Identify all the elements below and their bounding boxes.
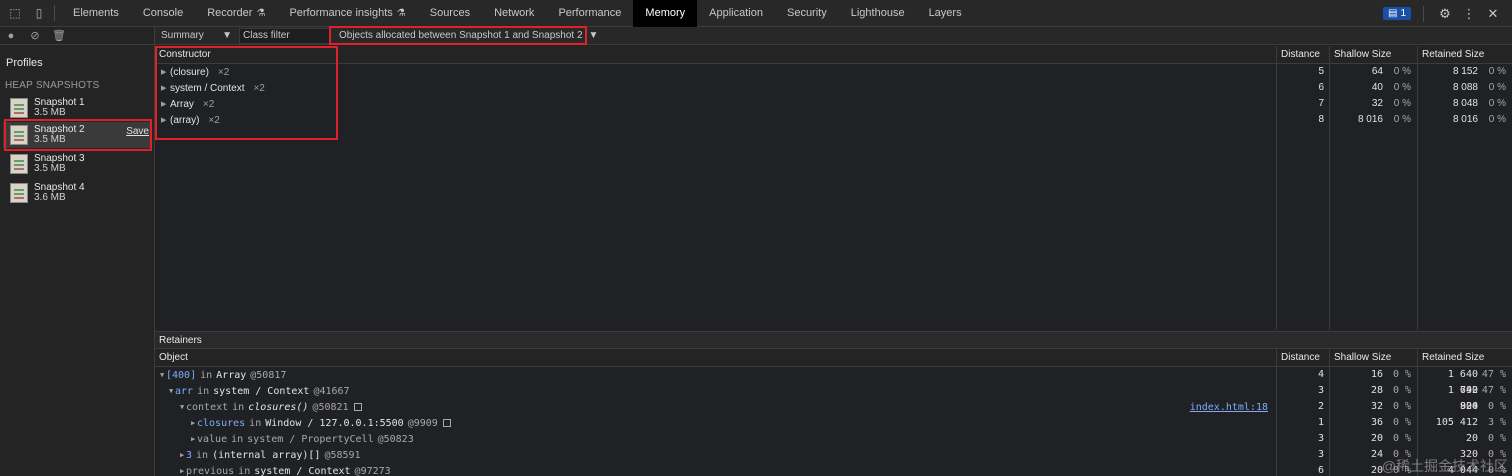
record-icon[interactable]: ● bbox=[4, 30, 18, 42]
tabbar-right-controls: ▤ 1 ⚙ ⋮ ✕ bbox=[1382, 0, 1512, 27]
perspective-select[interactable]: Summary ▼ bbox=[161, 30, 236, 41]
snapshot-item-3[interactable]: Snapshot 3 3.5 MB bbox=[3, 151, 151, 177]
tab-recorder[interactable]: Recorder ⚗ bbox=[195, 0, 277, 27]
expand-triangle-icon[interactable]: ▶ bbox=[161, 68, 167, 76]
snapshot-item-2[interactable]: Snapshot 2 3.5 MB Save bbox=[3, 122, 151, 148]
class-filter-input[interactable] bbox=[239, 27, 331, 44]
summary-grid: Constructor Distance Shallow Size Retain… bbox=[155, 46, 1512, 330]
tab-security[interactable]: Security bbox=[775, 0, 839, 27]
flask-icon: ⚗ bbox=[396, 7, 406, 19]
snapshot-range-select[interactable]: Objects allocated between Snapshot 1 and… bbox=[339, 30, 598, 41]
snapshot-size: 3.5 MB bbox=[34, 134, 66, 145]
snapshot-size: 3.6 MB bbox=[34, 192, 66, 203]
snapshot-icon bbox=[10, 154, 28, 174]
retainers-panel: Retainers Object Distance Shallow Size R… bbox=[155, 331, 1512, 476]
trash-icon[interactable]: 🗑 bbox=[52, 29, 66, 42]
tab-memory[interactable]: Memory bbox=[633, 0, 698, 27]
profiles-title: Profiles bbox=[6, 57, 43, 69]
tab-layers[interactable]: Layers bbox=[917, 0, 974, 27]
devtools-tabbar: ⬚ ▯ Elements Console Recorder ⚗ Performan… bbox=[0, 0, 1512, 27]
column-constructor[interactable]: Constructor bbox=[155, 46, 1277, 63]
column-shallow-size[interactable]: Shallow Size bbox=[1330, 46, 1418, 63]
snapshot-size: 3.5 MB bbox=[34, 163, 66, 174]
snapshot-item-4[interactable]: Snapshot 4 3.6 MB bbox=[3, 180, 151, 206]
divider bbox=[54, 5, 55, 21]
retainer-row[interactable]: ▶ closures in Window / 127.0.0.1:5500 @9909 … bbox=[155, 415, 1512, 431]
retainer-row[interactable]: ▶ previous in system / Context @97273 6 20 0 … bbox=[155, 463, 1512, 476]
tab-sources[interactable]: Sources bbox=[418, 0, 482, 27]
more-options-icon[interactable]: ⋮ bbox=[1460, 6, 1478, 22]
expand-triangle-icon[interactable]: ▶ bbox=[161, 116, 167, 124]
snapshot-icon bbox=[10, 98, 28, 118]
source-link[interactable]: index.html:18 bbox=[1190, 402, 1268, 413]
column-distance[interactable]: Distance bbox=[1277, 349, 1330, 366]
tab-console[interactable]: Console bbox=[131, 0, 195, 27]
tab-performance[interactable]: Performance bbox=[546, 0, 633, 27]
tab-performance-insights[interactable]: Performance insights ⚗ bbox=[277, 0, 417, 27]
grid-column-lines bbox=[155, 128, 1418, 330]
retainer-row[interactable]: ▶ 3 in (internal array)[] @58591 3 24 0 % 320… bbox=[155, 447, 1512, 463]
column-distance[interactable]: Distance bbox=[1277, 46, 1330, 63]
snapshot-size: 3.5 MB bbox=[34, 107, 66, 118]
memory-toolbar: Summary▼ Objects allocated between Snaps… bbox=[155, 27, 1512, 45]
tab-application[interactable]: Application bbox=[697, 0, 775, 27]
profiles-toolbar: ● ⊘ 🗑 bbox=[0, 27, 154, 45]
tab-lighthouse[interactable]: Lighthouse bbox=[839, 0, 917, 27]
snapshot-icon bbox=[10, 125, 28, 145]
tab-network[interactable]: Network bbox=[482, 0, 546, 27]
divider bbox=[1423, 5, 1424, 22]
expand-triangle-icon[interactable]: ▶ bbox=[161, 100, 167, 108]
dropdown-arrow-icon: ▼ bbox=[222, 30, 232, 41]
reveal-box-icon[interactable] bbox=[442, 419, 451, 427]
heap-snapshots-heading: HEAP SNAPSHOTS bbox=[5, 80, 100, 91]
message-icon: ▤ bbox=[1387, 8, 1398, 19]
reveal-box-icon[interactable] bbox=[353, 403, 362, 411]
retainers-grid-header: Object Distance Shallow Size Retained Si… bbox=[155, 349, 1512, 367]
snapshot-icon bbox=[10, 183, 28, 203]
clear-icon[interactable]: ⊘ bbox=[28, 29, 42, 42]
column-shallow-size[interactable]: Shallow Size bbox=[1330, 349, 1418, 366]
table-row[interactable]: ▶ system / Context ×2 6 40 0 % 8 088 0 % bbox=[155, 80, 1512, 96]
retainer-row[interactable]: ▼ context in closures() @50821 index.html:18 … bbox=[155, 399, 1512, 415]
column-retained-size[interactable]: Retained Size bbox=[1418, 349, 1512, 366]
device-toolbar-icon[interactable]: ▯ bbox=[30, 4, 48, 22]
watermark: @稀土掘金技术社区 bbox=[1381, 458, 1508, 474]
inspect-element-icon[interactable]: ⬚ bbox=[6, 4, 24, 22]
issues-badge[interactable]: ▤ 1 bbox=[1382, 7, 1411, 20]
gear-icon[interactable]: ⚙ bbox=[1436, 6, 1454, 22]
dropdown-arrow-icon: ▼ bbox=[588, 30, 599, 41]
table-row[interactable]: ▶ Array ×2 7 32 0 % 8 048 0 % bbox=[155, 96, 1512, 112]
retainer-row[interactable]: ▼ [400] in Array @50817 4 16 0 % 1 640 792 47 … bbox=[155, 367, 1512, 396]
close-icon[interactable]: ✕ bbox=[1484, 6, 1502, 22]
expand-triangle-icon[interactable]: ▶ bbox=[161, 84, 167, 92]
tab-elements[interactable]: Elements bbox=[61, 0, 131, 27]
retainers-title: Retainers bbox=[155, 332, 1512, 349]
table-row[interactable]: ▶ (array) ×2 8 8 016 0 % 8 016 0 % bbox=[155, 112, 1512, 128]
flask-icon: ⚗ bbox=[256, 7, 266, 19]
retainer-row[interactable]: ▶ value in system / PropertyCell @50823 3 20… bbox=[155, 431, 1512, 447]
profiles-sidebar: ● ⊘ 🗑 Profiles HEAP SNAPSHOTS Snapshot 1… bbox=[0, 27, 155, 476]
table-row[interactable]: ▶ (closure) ×2 5 64 0 % 8 152 0 % bbox=[155, 64, 1512, 80]
save-snapshot-link[interactable]: Save bbox=[126, 126, 149, 137]
column-retained-size[interactable]: Retained Size bbox=[1418, 46, 1512, 63]
retainer-row[interactable]: ▼ arr in system / Context @41667 3 28 0 % 1 6… bbox=[155, 383, 1512, 412]
column-object[interactable]: Object bbox=[155, 349, 1277, 366]
snapshot-item-1[interactable]: Snapshot 1 3.5 MB bbox=[3, 95, 151, 121]
summary-grid-header: Constructor Distance Shallow Size Retain… bbox=[155, 46, 1512, 64]
